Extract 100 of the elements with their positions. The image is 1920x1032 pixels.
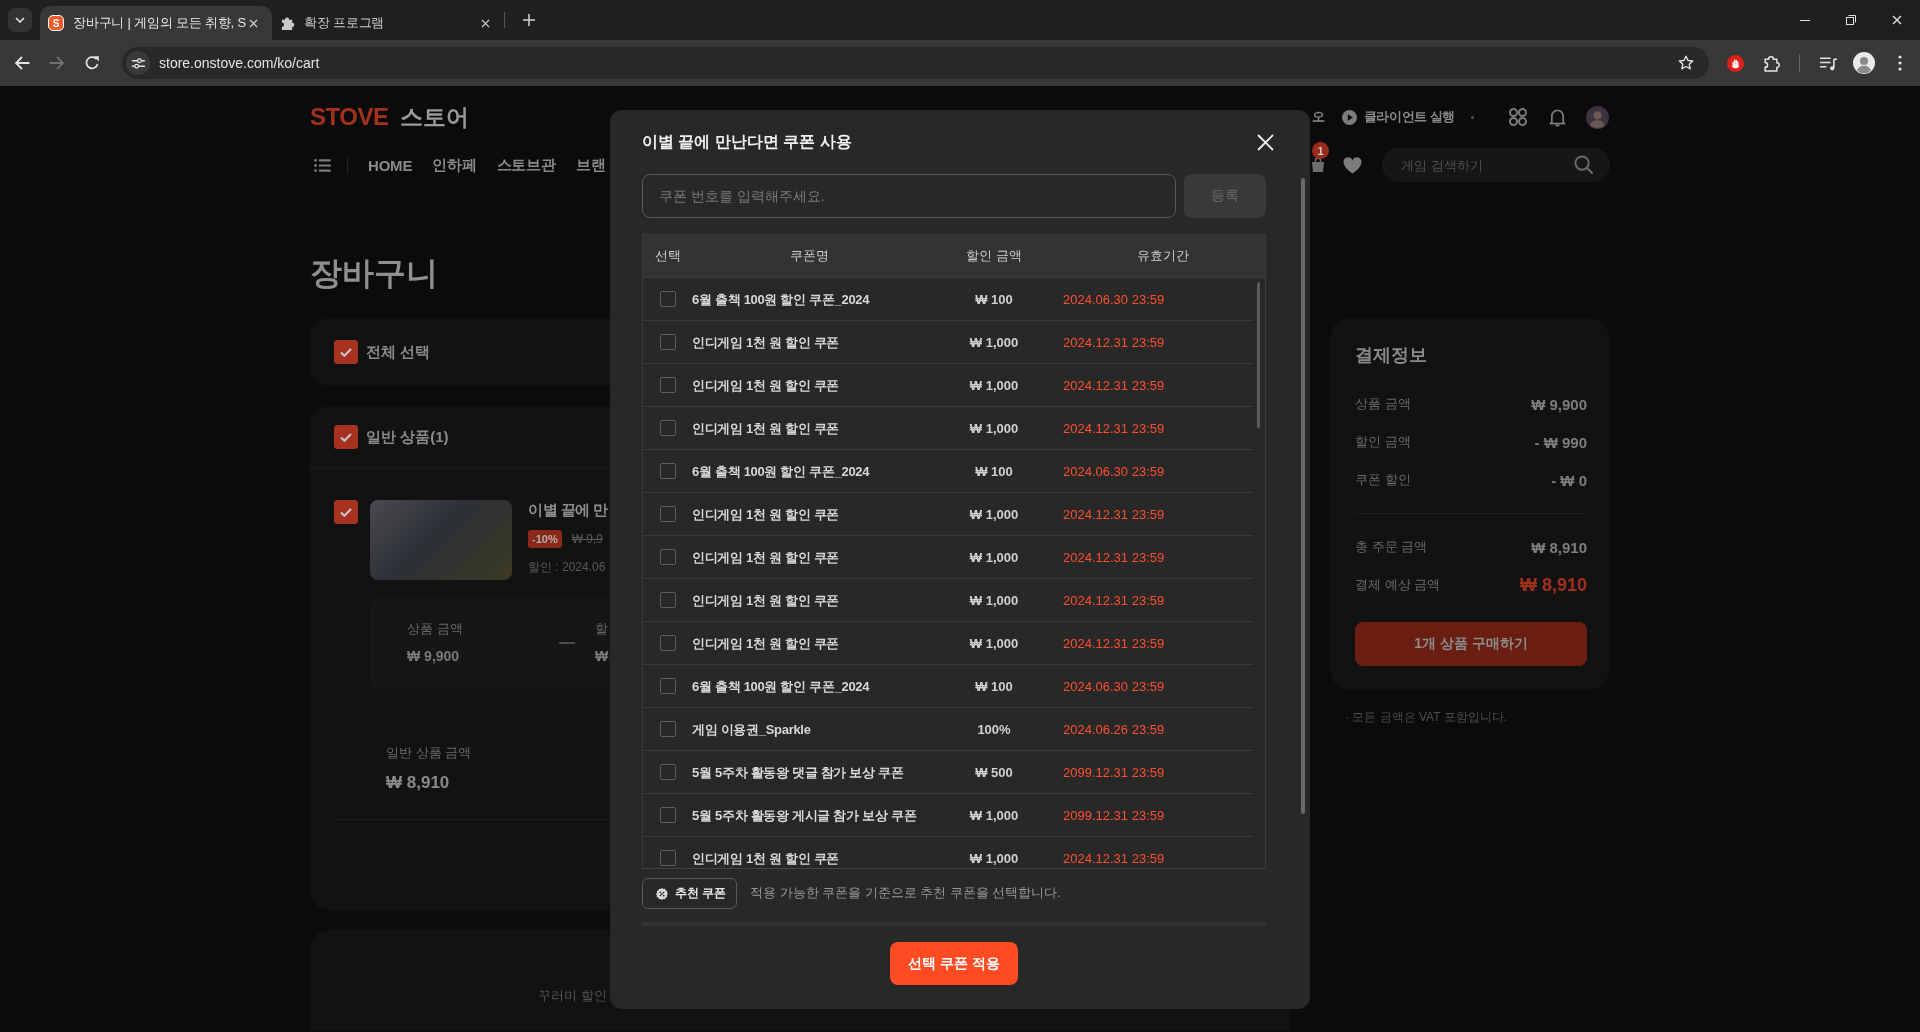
table-cell-text: 2024.12.31 23:59 [1062,376,1166,394]
summary-value: ₩ 9,900 [1531,395,1587,413]
checkbox[interactable] [659,420,676,436]
nav-link[interactable]: 인하페 [432,155,477,175]
checkbox[interactable] [659,850,676,866]
section-title: 결제정보 [1355,344,1427,366]
grid-icon[interactable] [1509,108,1527,126]
plus-icon[interactable] [523,14,535,26]
search-icon[interactable] [1574,155,1593,174]
browser-tab[interactable]: S 장바구니 | 게임의 모든 취향, S [40,6,272,40]
checkbox[interactable] [659,721,676,737]
checkbox[interactable] [659,377,676,393]
apply-button[interactable]: 선택 쿠폰 적용 [890,942,1018,985]
purchase-button[interactable]: 1개 상품 구매하기 [1355,622,1587,666]
coupon-input[interactable]: 쿠폰 번호를 입력해주세요. [642,174,1176,218]
original-price: ₩ 9,9 [571,532,604,546]
page-title: 장바구니 [310,255,438,291]
minus-icon [559,642,575,644]
check-icon [340,347,352,357]
list-icon[interactable] [314,158,331,172]
table-cell-text: ₩ 1,000 [968,548,1020,566]
table-cell-text: 2024.06.26 23:59 [1062,720,1166,738]
discount-badge: -10% [528,530,562,548]
more-icon[interactable] [1898,55,1902,71]
checkbox[interactable] [659,635,676,651]
checkbox[interactable] [659,592,676,608]
logo-suffix[interactable]: 스토어 [400,101,470,133]
hand-icon[interactable] [1726,54,1744,72]
checkbox[interactable] [334,340,358,364]
browser-tab[interactable]: 확장 프로그램 [272,6,504,40]
table-cell-text: 6월 출책 100원 할인 쿠폰_2024 [692,462,871,480]
address-bar[interactable]: store.onstove.com/ko/cart [122,47,1709,79]
summary-value: ₩ 8,910 [1519,574,1587,596]
reload-icon[interactable] [83,55,100,71]
checkbox[interactable] [334,425,358,449]
bag-icon[interactable] [1310,157,1326,173]
nav-link[interactable]: 브랜 [575,155,606,175]
recommend-button[interactable]: 추천 쿠폰 [642,878,738,909]
bell-icon[interactable] [1549,107,1566,127]
table-cell-text: 2024.12.31 23:59 [1062,548,1166,566]
header-link[interactable]: 클라이언트 실행 [1363,108,1455,126]
checkbox[interactable] [659,764,676,780]
scrollbar-thumb[interactable] [1257,282,1260,428]
product-title[interactable]: 이별 끝에 만 [528,500,608,520]
header-link[interactable]: 오 [1312,108,1325,126]
site-info-button[interactable] [126,51,150,75]
summary-label: 총 주문 금액 [1355,538,1428,556]
bundle-note: 꾸러미 할인 [538,988,607,1003]
table-cell-text: 2099.12.31 23:59 [1062,763,1166,781]
subtotal-label: 일반 상품 금액 [386,744,472,762]
table-cell-text: 인디게임 1천 원 할인 쿠폰 [692,333,841,351]
close-icon[interactable] [481,18,490,28]
logo-text[interactable]: STOVE [310,102,389,131]
dot-separator [1471,115,1474,119]
checkbox[interactable] [659,549,676,565]
table-cell-text: ₩ 1,000 [968,849,1020,867]
avatar-icon[interactable] [1853,52,1875,74]
close-icon[interactable] [249,18,258,28]
table-cell-text: ₩ 1,000 [968,376,1020,394]
table-cell-text: ₩ 1,000 [968,591,1020,609]
playlist-icon[interactable] [1819,54,1837,72]
url-text: store.onstove.com/ko/cart [159,55,321,71]
nav-link[interactable]: HOME [368,156,413,174]
checkbox[interactable] [659,463,676,479]
vat-note: · 모든 금액은 VAT 포함입니다. [1345,709,1507,726]
checkbox[interactable] [659,291,676,307]
star-icon[interactable] [1678,55,1694,71]
recommend-note: 적용 가능한 쿠폰을 기준으로 추천 쿠폰을 선택합니다. [750,885,1061,902]
price-label: 상품 금액 [407,620,463,638]
table-cell-text: 100% [976,720,1012,738]
checkbox-label[interactable]: 일반 상품(1) [366,427,449,447]
close-icon[interactable] [1892,15,1902,25]
table-cell-text: 인디게임 1천 원 할인 쿠폰 [692,548,841,566]
column-header: 선택 [653,247,682,265]
table-cell-text: 인디게임 1천 원 할인 쿠폰 [692,591,841,609]
table-cell-text: 게임 이용권_Sparkle [692,720,812,738]
favicon-logo: S [48,15,64,31]
checkbox[interactable] [334,500,358,524]
table-cell-text: 6월 출책 100원 할인 쿠폰_2024 [692,677,871,695]
table-cell-text: 2024.12.31 23:59 [1062,849,1166,867]
back-arrow-icon[interactable] [13,55,30,71]
column-header: 할인 금액 [965,247,1023,265]
play-icon [1341,109,1357,125]
checkbox-label[interactable]: 전체 선택 [366,342,431,362]
search-field[interactable]: 게임 검색하기 [1382,148,1610,182]
scrollbar-thumb[interactable] [1301,178,1305,814]
checkbox[interactable] [659,334,676,350]
checkbox[interactable] [659,506,676,522]
checkbox[interactable] [659,678,676,694]
chevron-down-icon [15,17,25,23]
nav-link[interactable]: 스토브관 [496,155,556,175]
heart-icon[interactable] [1343,156,1362,174]
table-cell-text: 인디게임 1천 원 할인 쿠폰 [692,634,841,652]
table-cell-text: 인디게임 1천 원 할인 쿠폰 [692,376,841,394]
restore-icon[interactable] [1846,15,1856,25]
puzzle-icon[interactable] [1762,54,1780,72]
checkbox[interactable] [659,807,676,823]
table-cell-text: ₩ 100 [974,462,1014,480]
minimize-icon[interactable] [1800,19,1810,21]
tab-list-button[interactable] [8,8,32,32]
